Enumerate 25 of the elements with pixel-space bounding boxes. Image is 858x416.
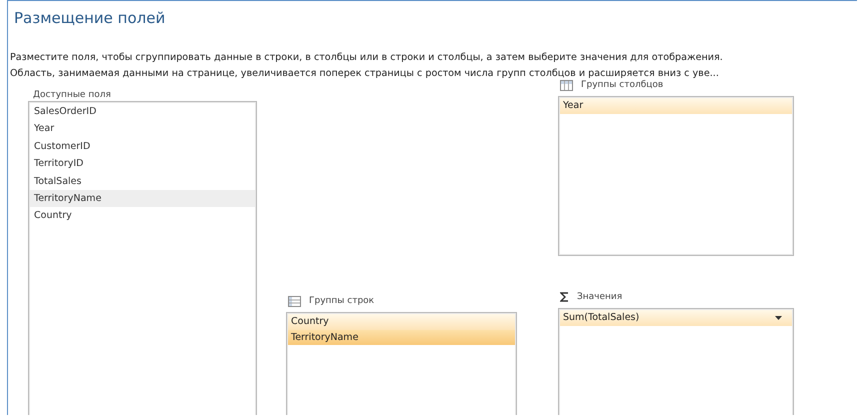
description-text: Разместите поля, чтобы сгруппировать данные в строки, в столбцы или в строки и столбцы, а затем выберите значения для отображения. bbox=[10, 51, 724, 65]
available-fields-label: Доступные поля bbox=[32, 90, 112, 101]
group-item[interactable]: Year bbox=[560, 98, 792, 114]
column-groups-label: Группы столбцов bbox=[581, 80, 664, 90]
field-item[interactable]: TerritoryID bbox=[30, 155, 255, 173]
row-groups-label: Группы строк bbox=[309, 296, 374, 306]
group-item[interactable]: Country bbox=[288, 314, 515, 330]
dropdown-arrow-icon[interactable] bbox=[775, 316, 782, 320]
field-item[interactable]: Year bbox=[30, 120, 255, 138]
field-item[interactable]: TotalSales bbox=[30, 172, 255, 190]
description-text: Область, занимаемая данными на странице, увеличивается поперек страницы с ростом числа групп столбцов и расширяется вниз с уве... bbox=[10, 67, 720, 80]
rows-icon bbox=[288, 296, 301, 306]
page-title: Размещение полей bbox=[13, 8, 166, 29]
sigma-icon bbox=[560, 292, 569, 302]
field-item[interactable]: Country bbox=[30, 207, 255, 225]
available-fields-list[interactable]: SalesOrderID Year CustomerID TerritoryID TotalSales TerritoryName Country bbox=[28, 101, 257, 415]
field-item[interactable]: CustomerID bbox=[30, 138, 255, 156]
column-groups-list[interactable]: Year bbox=[558, 96, 794, 256]
field-item[interactable]: TerritoryName bbox=[30, 190, 255, 208]
row-groups-list[interactable]: Country TerritoryName bbox=[286, 312, 517, 415]
values-label: Значения bbox=[577, 292, 622, 302]
columns-icon bbox=[560, 80, 573, 90]
group-item[interactable]: TerritoryName bbox=[288, 330, 515, 345]
field-item[interactable]: SalesOrderID bbox=[30, 103, 255, 120]
values-list[interactable]: Sum(TotalSales) bbox=[558, 308, 794, 415]
